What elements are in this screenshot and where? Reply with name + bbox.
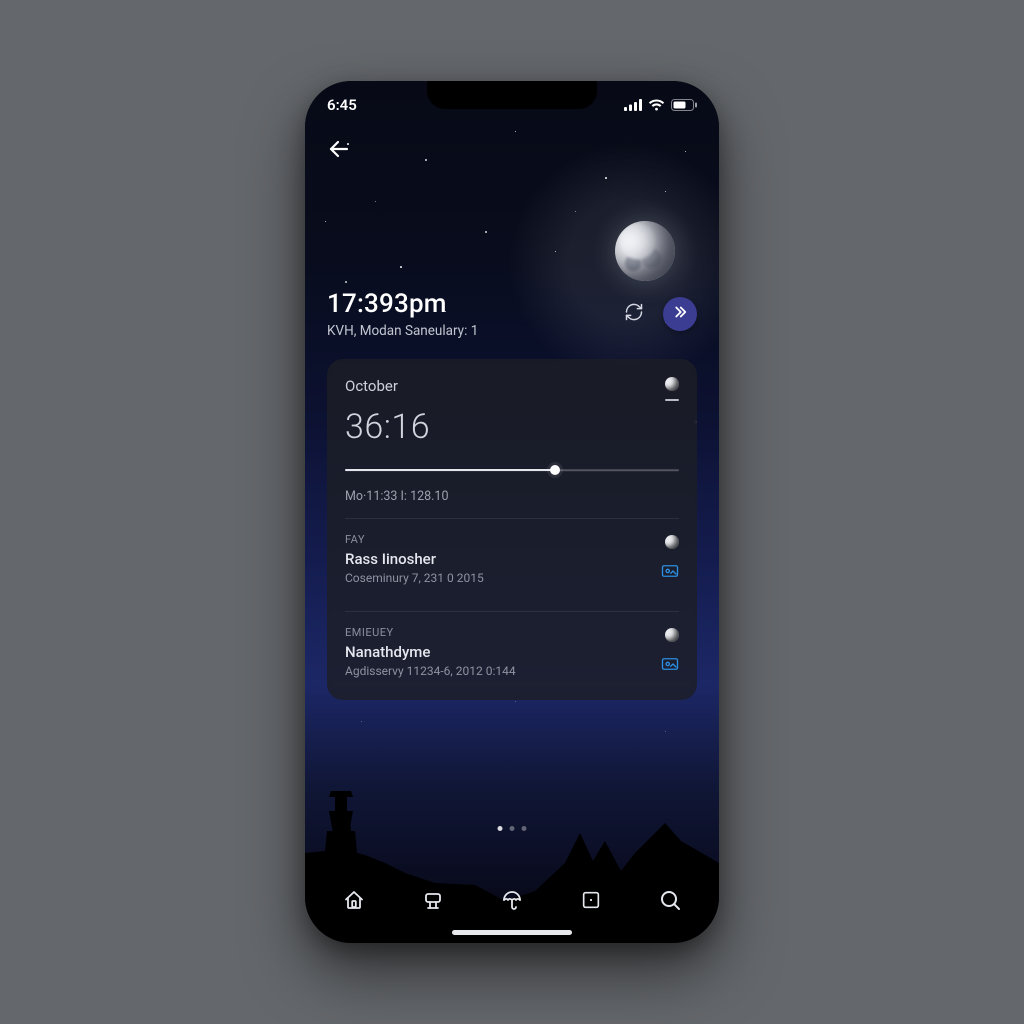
slider-thumb[interactable] (550, 465, 560, 475)
event-row[interactable]: FAY Rass Iinosher Coseminury 7, 231 0 20… (345, 519, 679, 597)
forward-button[interactable] (663, 297, 697, 331)
card-big-value: 36:16 (345, 407, 679, 447)
event-title: Rass Iinosher (345, 550, 484, 568)
schedule-card: October 36:16 Mo·11:33 I: 128.10 (327, 359, 697, 700)
hero-time: 17:393pm (327, 289, 478, 319)
umbrella-icon (500, 888, 524, 912)
card-toggle[interactable] (665, 377, 679, 401)
time-slider[interactable] (345, 463, 679, 477)
event-subtitle: Agdisservy 11234-6, 2012 0:144 (345, 664, 516, 678)
event-tag: FAY (345, 533, 484, 546)
search-icon (658, 888, 682, 912)
card-month: October (345, 377, 398, 395)
screen: 6:45 17:393pm (305, 81, 719, 943)
image-icon (580, 889, 602, 911)
back-button[interactable] (327, 133, 363, 169)
slider-fill (345, 469, 555, 471)
event-subtitle: Coseminury 7, 231 0 2015 (345, 571, 484, 585)
notch (427, 81, 597, 109)
tab-search[interactable] (649, 879, 691, 921)
tab-weather[interactable] (491, 879, 533, 921)
map-icon[interactable] (661, 563, 679, 583)
sign-icon (421, 888, 445, 912)
moon-phase-icon (665, 535, 679, 549)
minus-icon (665, 399, 679, 401)
event-tag: EMIEUEY (345, 626, 516, 639)
tab-home[interactable] (333, 879, 375, 921)
map-icon[interactable] (661, 656, 679, 676)
arrow-left-icon (327, 137, 351, 165)
refresh-button[interactable] (619, 299, 649, 329)
moon-phase-icon (665, 377, 679, 391)
tab-gallery[interactable] (570, 879, 612, 921)
phone-frame: 6:45 17:393pm (305, 81, 719, 943)
event-row[interactable]: EMIEUEY Nanathdyme Agdisservy 11234-6, 2… (345, 612, 679, 694)
event-title: Nanathdyme (345, 643, 516, 661)
tab-bar (305, 879, 719, 921)
chevrons-right-icon (671, 303, 689, 325)
hero: 17:393pm KVH, Modan Saneulary: 1 (327, 289, 697, 339)
slider-label: Mo·11:33 I: 128.10 (345, 489, 679, 504)
tab-alerts[interactable] (412, 879, 454, 921)
hero-subtitle: KVH, Modan Saneulary: 1 (327, 323, 478, 339)
home-icon (342, 888, 366, 912)
refresh-icon (624, 302, 644, 326)
moon-phase-icon (665, 628, 679, 642)
